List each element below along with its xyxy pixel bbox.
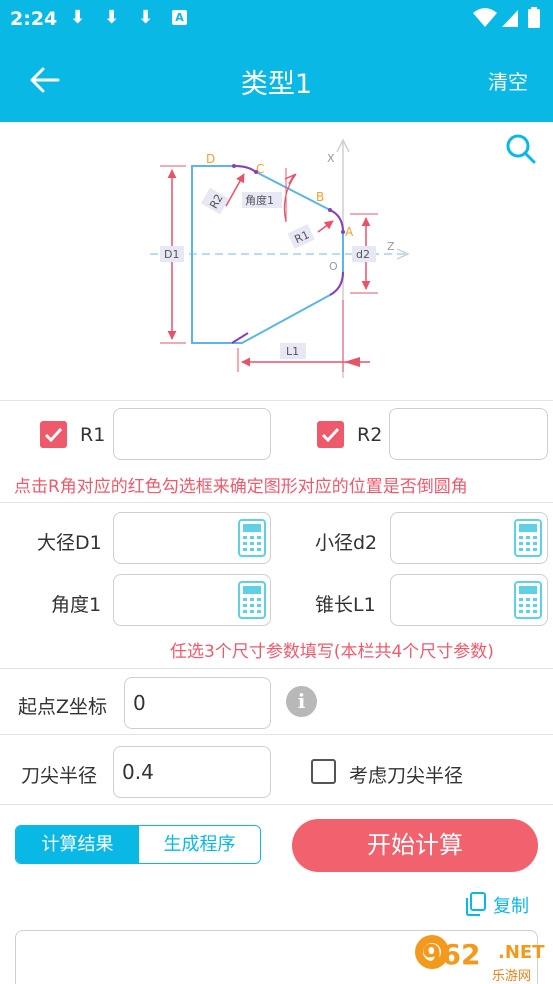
search-icon[interactable] <box>505 133 537 165</box>
status-time: 2:24 <box>10 8 58 30</box>
svg-text:962: 962 <box>422 938 480 971</box>
label-d1: D1 <box>164 248 179 261</box>
signal-icon <box>502 10 518 27</box>
tab-result[interactable]: 计算结果 <box>16 826 139 863</box>
svg-text:.NET: .NET <box>498 942 545 963</box>
label-l1: L1 <box>286 345 299 358</box>
label-d-point: D <box>206 152 215 166</box>
copy-icon[interactable] <box>465 891 487 917</box>
d1-label: 大径D1 <box>37 532 102 554</box>
battery-icon <box>528 7 540 28</box>
label-c-point: C <box>256 162 264 176</box>
label-angle: 角度1 <box>245 193 274 207</box>
consider-radius-checkbox[interactable] <box>311 759 336 784</box>
calculator-icon[interactable] <box>514 519 542 557</box>
calculator-icon[interactable] <box>514 581 542 619</box>
d2-label: 小径d2 <box>315 532 378 554</box>
r1-label: R1 <box>80 424 106 446</box>
info-icon[interactable]: i <box>286 686 317 717</box>
part-diagram: X Z O D1 d2 L1 R2 R1 角度1 D C B A <box>150 138 410 378</box>
download-icon: ⬇ <box>138 7 154 28</box>
tab-program[interactable]: 生成程序 <box>139 826 260 863</box>
angle-label: 角度1 <box>51 594 102 616</box>
r1-checkbox[interactable] <box>40 421 67 448</box>
r2-input[interactable] <box>389 408 548 460</box>
copy-button[interactable]: 复制 <box>493 892 529 918</box>
download-icon: ⬇ <box>70 7 86 28</box>
divider <box>0 400 553 401</box>
r2-checkbox[interactable] <box>317 421 344 448</box>
r1-input[interactable] <box>113 408 271 460</box>
divider <box>0 668 553 669</box>
divider <box>0 804 553 805</box>
divider <box>0 502 553 503</box>
label-b-point: B <box>316 190 324 204</box>
status-bar: 2:24 ⬇ ⬇ ⬇ A <box>0 0 553 38</box>
label-o: O <box>329 260 338 273</box>
start-z-label: 起点Z坐标 <box>18 696 108 718</box>
label-d2: d2 <box>356 248 370 261</box>
start-calc-button[interactable]: 开始计算 <box>292 819 538 872</box>
calculator-icon[interactable] <box>238 581 266 619</box>
watermark-logo: 962 .NET 乐游网 <box>415 935 545 984</box>
fillet-note: 点击R角对应的红色勾选框来确定图形对应的位置是否倒圆角 <box>14 477 468 497</box>
app-bar: 类型1 清空 <box>0 38 553 122</box>
result-tabs: 计算结果 生成程序 <box>15 825 261 864</box>
label-a-point: A <box>345 225 354 239</box>
label-z: Z <box>387 240 395 253</box>
label-x: X <box>327 152 335 165</box>
tool-radius-input[interactable]: 0.4 <box>113 746 271 798</box>
l1-label: 锥长L1 <box>315 594 376 616</box>
divider <box>0 734 553 735</box>
calculator-icon[interactable] <box>238 519 266 557</box>
svg-text:乐游网: 乐游网 <box>492 969 531 984</box>
page-title: 类型1 <box>240 69 313 100</box>
download-icon: ⬇ <box>104 7 120 28</box>
consider-radius-label: 考虑刀尖半径 <box>349 765 464 787</box>
clear-button[interactable]: 清空 <box>488 66 528 95</box>
tool-radius-label: 刀尖半径 <box>21 765 98 787</box>
a-notification-icon: A <box>172 10 187 25</box>
wifi-icon <box>473 8 497 27</box>
r2-label: R2 <box>357 424 383 446</box>
dims-note: 任选3个尺寸参数填写(本栏共4个尺寸参数) <box>170 642 494 662</box>
start-z-input[interactable]: 0 <box>124 677 271 729</box>
